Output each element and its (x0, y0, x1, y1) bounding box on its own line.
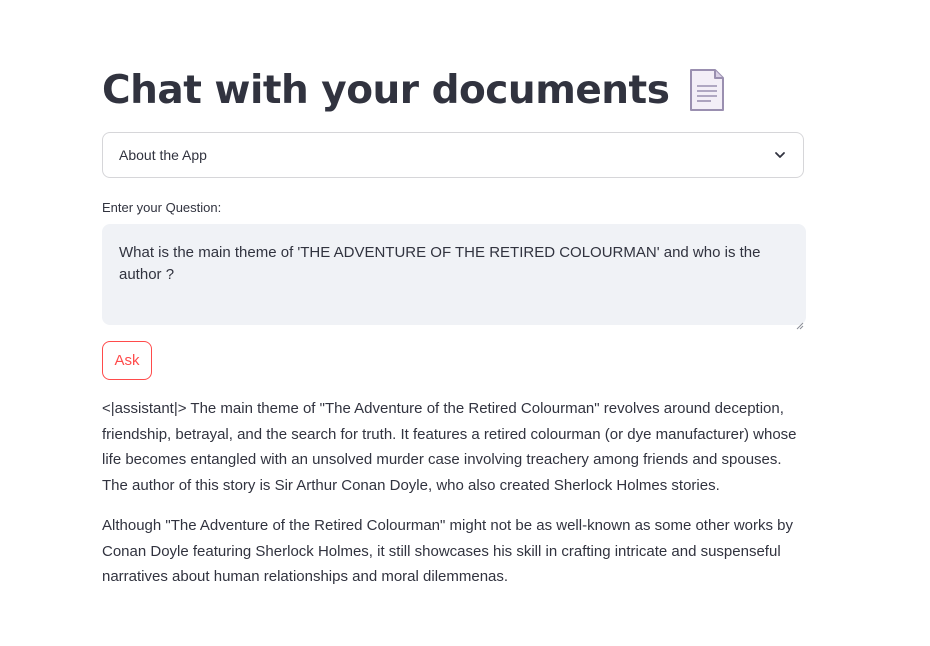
question-label: Enter your Question: (102, 200, 222, 215)
about-app-expander[interactable]: About the App (102, 132, 804, 178)
page-title: Chat with your documents (102, 67, 670, 113)
question-textarea[interactable]: What is the main theme of 'THE ADVENTURE… (102, 224, 806, 330)
answer-paragraph: <|assistant|> The main theme of "The Adv… (102, 400, 797, 495)
chevron-down-icon (773, 148, 787, 162)
resize-handle-icon[interactable] (796, 315, 804, 330)
question-text: What is the main theme of 'THE ADVENTURE… (119, 244, 761, 283)
assistant-answer: <|assistant|> The main theme of "The Adv… (102, 396, 806, 604)
answer-paragraph: Although "The Adventure of the Retired C… (102, 516, 794, 586)
page-header: Chat with your documents (102, 62, 725, 118)
page-document-icon (689, 68, 725, 112)
expander-label: About the App (119, 147, 207, 163)
ask-button[interactable]: Ask (102, 341, 152, 380)
